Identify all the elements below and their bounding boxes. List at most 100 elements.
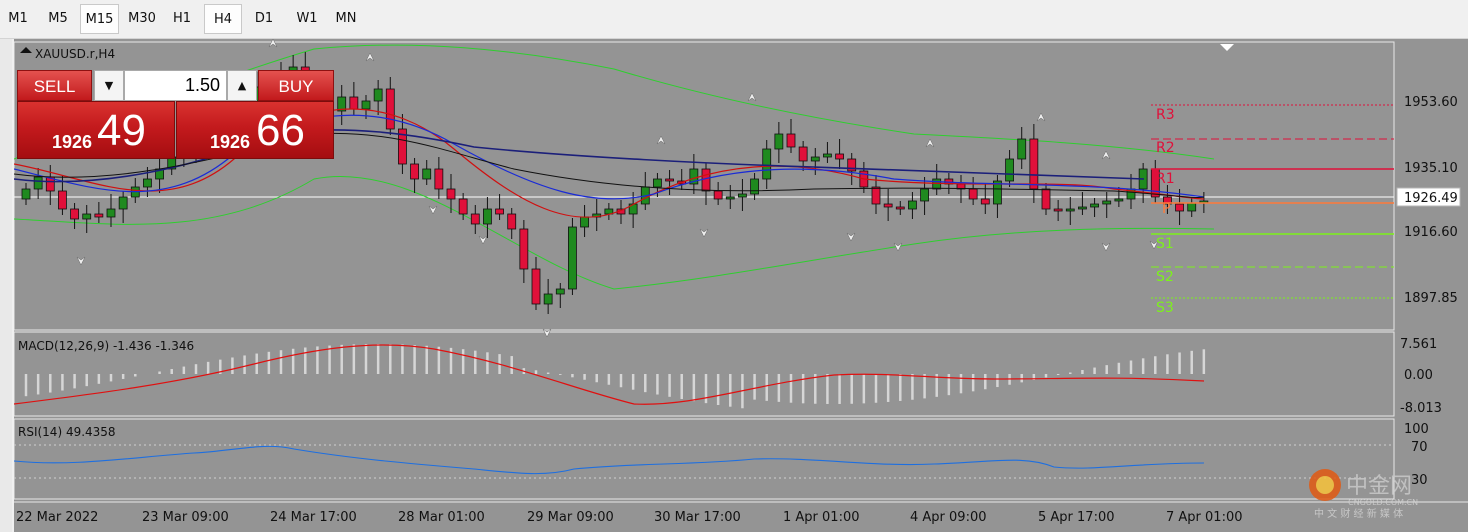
candle-body bbox=[871, 186, 881, 205]
timeframe-mn-button[interactable]: MN bbox=[328, 4, 364, 34]
candle-body bbox=[483, 208, 492, 225]
price-axis-label-2: 1935.10 bbox=[1404, 161, 1458, 176]
pivot-label-r3: R3 bbox=[1156, 107, 1175, 123]
time-axis-label-2: 23 Mar 09:00 bbox=[142, 510, 229, 525]
timeframe-h4-button[interactable]: H4 bbox=[204, 4, 242, 34]
pivot-lines bbox=[1151, 104, 1394, 299]
time-axis-label-8: 4 Apr 09:00 bbox=[910, 510, 987, 525]
chart-menu-triangle-icon[interactable] bbox=[20, 47, 32, 53]
rsi-pane bbox=[14, 444, 1394, 479]
timeframe-m5-button[interactable]: M5 bbox=[38, 4, 78, 34]
candle-body bbox=[21, 188, 31, 200]
candle-body bbox=[1017, 138, 1027, 160]
candle-body bbox=[555, 288, 565, 295]
candle-body bbox=[470, 213, 480, 225]
candle-body bbox=[1053, 208, 1063, 212]
candle-body bbox=[82, 213, 92, 220]
timeframe-m15-button[interactable]: M15 bbox=[80, 4, 119, 34]
current-price-text: 1926.49 bbox=[1404, 191, 1458, 206]
rsi-axis-70: 70 bbox=[1411, 440, 1428, 455]
pivot-label-s2: S2 bbox=[1156, 269, 1174, 285]
candle-body bbox=[385, 88, 395, 130]
rsi-pane-border bbox=[14, 418, 1395, 500]
candle-body bbox=[968, 188, 978, 200]
time-axis-label-5: 29 Mar 09:00 bbox=[527, 510, 614, 525]
watermark-url: CNGOLD.COM.CN bbox=[1348, 498, 1418, 507]
lot-increase-button[interactable]: ▲ bbox=[227, 70, 257, 101]
candle-body bbox=[1090, 203, 1099, 208]
timeframe-d1-button[interactable]: D1 bbox=[245, 4, 283, 34]
timeframe-m30-button[interactable]: M30 bbox=[121, 4, 163, 34]
fractal-down-icon bbox=[76, 256, 86, 266]
candle-body bbox=[1114, 198, 1124, 202]
symbol-caption: XAUUSD.r,H4 bbox=[35, 47, 115, 61]
candle-body bbox=[980, 198, 990, 205]
fractal-down-icon bbox=[846, 232, 856, 242]
watermark-brand: 中金网 bbox=[1346, 474, 1412, 499]
candle-body bbox=[58, 190, 67, 210]
candle-body bbox=[519, 228, 529, 270]
candle-body bbox=[653, 178, 662, 188]
left-margin-strip bbox=[0, 39, 12, 532]
sell-price-pips: 49 bbox=[97, 106, 146, 155]
chart-shift-marker-icon bbox=[1220, 44, 1234, 51]
rsi-line bbox=[14, 445, 1205, 475]
lot-size-input[interactable] bbox=[124, 70, 227, 101]
candle-body bbox=[495, 208, 504, 215]
rsi-axis-100: 100 bbox=[1404, 422, 1429, 437]
buy-price-box[interactable]: 1926 66 bbox=[176, 101, 334, 159]
candle-body bbox=[920, 188, 929, 202]
price-axis-label-1: 1953.60 bbox=[1404, 95, 1458, 110]
candle-body bbox=[786, 133, 796, 148]
candle-body bbox=[1175, 203, 1184, 212]
price-axis-label-4: 1897.85 bbox=[1404, 291, 1458, 306]
sell-button[interactable]: SELL bbox=[17, 70, 92, 101]
candle-body bbox=[665, 178, 674, 182]
time-axis-label-10: 7 Apr 01:00 bbox=[1166, 510, 1243, 525]
candle-body bbox=[118, 196, 128, 210]
macd-caption: MACD(12,26,9) -1.436 -1.346 bbox=[18, 339, 194, 353]
timeframe-toolbar: M1 M5 M15 M30 H1 H4 D1 W1 MN bbox=[0, 0, 1468, 39]
pivot-label-s1: S1 bbox=[1156, 236, 1174, 252]
one-click-trading-panel: SELL ▼ ▲ BUY 1926 49 1926 66 bbox=[17, 70, 334, 159]
candle-body bbox=[568, 226, 577, 290]
timeframe-m1-button[interactable]: M1 bbox=[0, 4, 36, 34]
candle-body bbox=[738, 193, 747, 198]
timeframe-w1-button[interactable]: W1 bbox=[287, 4, 327, 34]
candle-body bbox=[713, 190, 723, 200]
sell-price-box[interactable]: 1926 49 bbox=[17, 101, 175, 159]
time-axis-label-6: 30 Mar 17:00 bbox=[654, 510, 741, 525]
fractal-up-icon bbox=[365, 52, 375, 62]
fractal-up-icon bbox=[1101, 150, 1111, 160]
candle-body bbox=[895, 206, 905, 210]
candle-body bbox=[361, 100, 371, 110]
candle-body bbox=[349, 96, 359, 110]
candle-body bbox=[580, 216, 589, 228]
time-axis-label-3: 24 Mar 17:00 bbox=[270, 510, 357, 525]
time-axis-label-9: 5 Apr 17:00 bbox=[1038, 510, 1115, 525]
time-axis-label-4: 28 Mar 01:00 bbox=[398, 510, 485, 525]
candle-body bbox=[1078, 206, 1087, 210]
pivot-label-r1: R1 bbox=[1156, 171, 1175, 187]
candle-body bbox=[410, 163, 419, 180]
candle-body bbox=[725, 196, 735, 200]
candle-body bbox=[810, 156, 820, 162]
fractal-up-icon bbox=[1036, 112, 1046, 122]
candle-body bbox=[507, 213, 517, 230]
macd-axis-zero: 0.00 bbox=[1404, 368, 1433, 383]
candle-body bbox=[908, 200, 917, 210]
timeframe-h1-button[interactable]: H1 bbox=[163, 4, 201, 34]
buy-price-whole: 1926 bbox=[210, 132, 251, 152]
buy-button[interactable]: BUY bbox=[258, 70, 334, 101]
fractal-up-icon bbox=[656, 135, 666, 145]
candle-body bbox=[434, 168, 444, 190]
watermark-tagline: 中 文 财 经 新 媒 体 bbox=[1314, 507, 1403, 520]
price-axis-label-3: 1916.60 bbox=[1404, 225, 1458, 240]
lot-decrease-button[interactable]: ▼ bbox=[94, 70, 124, 101]
candle-body bbox=[701, 168, 711, 192]
candle-body bbox=[446, 188, 456, 200]
candle-body bbox=[823, 153, 832, 158]
fractal-down-icon bbox=[428, 205, 438, 215]
time-axis-label-1: 22 Mar 2022 bbox=[16, 510, 98, 525]
macd-pane bbox=[14, 344, 1206, 409]
